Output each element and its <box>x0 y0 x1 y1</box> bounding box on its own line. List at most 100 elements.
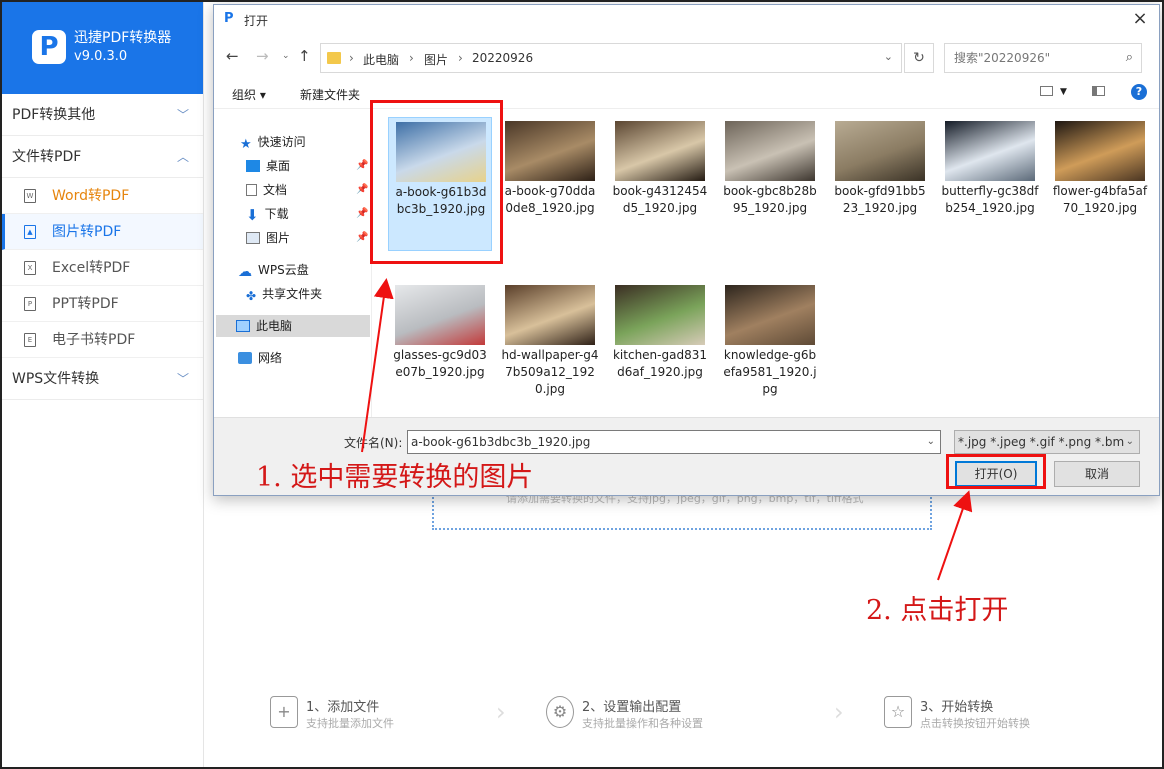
file-item[interactable]: knowledge-g6befa9581_1920.jpg <box>718 281 822 415</box>
recent-chevron-icon[interactable]: ⌄ <box>282 51 290 61</box>
nav-downloads[interactable]: ⬇ 下载 📌 <box>246 203 368 225</box>
sidebar-group-wps-convert[interactable]: WPS文件转换 ﹀ <box>2 358 203 400</box>
new-folder-button[interactable]: 新建文件夹 <box>300 86 360 103</box>
nav-label: 桌面 <box>266 159 291 173</box>
nav-quick-access[interactable]: ★ 快速访问 <box>240 131 306 153</box>
chevron-down-icon[interactable]: ⌄ <box>884 50 893 63</box>
filename-label: 文件名(N): <box>344 436 403 450</box>
image-thumbnail <box>505 285 595 345</box>
search-input[interactable]: 搜索"20220926" ⌕ <box>944 43 1142 73</box>
cancel-button[interactable]: 取消 <box>1054 461 1140 487</box>
image-thumbnail <box>395 285 485 345</box>
highlight-selected-file <box>370 100 503 264</box>
document-icon <box>246 184 257 196</box>
file-item[interactable]: hd-wallpaper-g47b509a12_1920.jpg <box>498 281 602 415</box>
star-icon: ★ <box>240 137 252 152</box>
file-item[interactable]: a-book-g70dda0de8_1920.jpg <box>498 117 602 251</box>
preview-pane-icon[interactable] <box>1092 86 1105 96</box>
file-name: book-gbc8b28b95_1920.jpg <box>723 184 817 215</box>
image-thumbnail <box>615 285 705 345</box>
file-name: glasses-gc9d03e07b_1920.jpg <box>393 348 487 379</box>
file-name: knowledge-g6befa9581_1920.jpg <box>723 348 817 396</box>
nav-shared-folder[interactable]: ✤ 共享文件夹 <box>246 283 322 305</box>
image-icon: ▲ <box>24 225 36 239</box>
sidebar-item-image-to-pdf[interactable]: ▲ 图片转PDF <box>2 214 203 250</box>
step-title: 2、设置输出配置 <box>582 700 682 715</box>
file-item[interactable]: book-g4312454d5_1920.jpg <box>608 117 712 251</box>
download-arrow-icon: ⬇ <box>246 206 259 224</box>
excel-doc-icon: X <box>24 261 36 275</box>
breadcrumb-folder[interactable]: 20220926 <box>472 51 533 65</box>
help-icon[interactable]: ? <box>1131 84 1147 100</box>
nav-documents[interactable]: 文档 📌 <box>246 179 368 201</box>
filetype-value: *.jpg *.jpeg *.gif *.png *.bmp <box>958 435 1132 449</box>
network-icon <box>238 352 252 364</box>
sidebar-item-excel-to-pdf[interactable]: X Excel转PDF <box>2 250 203 286</box>
breadcrumb-separator-icon: › <box>458 51 463 65</box>
file-item[interactable]: book-gbc8b28b95_1920.jpg <box>718 117 822 251</box>
view-dropdown-icon[interactable]: ▼ <box>1060 87 1067 97</box>
dialog-title: 打开 <box>244 14 269 28</box>
chevron-down-icon[interactable]: ⌄ <box>927 431 935 453</box>
step-title: 1、添加文件 <box>306 700 380 715</box>
nav-desktop[interactable]: 桌面 📌 <box>246 155 368 177</box>
ebook-icon: E <box>24 333 36 347</box>
organize-menu[interactable]: 组织 ▾ <box>232 86 266 103</box>
image-thumbnail <box>835 121 925 181</box>
sidebar-item-label: Word转PDF <box>52 188 130 204</box>
nav-label: 快速访问 <box>257 135 306 149</box>
file-item[interactable]: glasses-gc9d03e07b_1920.jpg <box>388 281 492 415</box>
app-logo-icon: P <box>32 30 66 64</box>
nav-this-pc[interactable]: 此电脑 <box>216 315 370 337</box>
refresh-icon[interactable]: ↻ <box>904 43 934 73</box>
view-mode-icon[interactable] <box>1040 86 1053 96</box>
breadcrumb-this-pc[interactable]: 此电脑 <box>363 51 399 68</box>
filename-input[interactable]: a-book-g61b3dbc3b_1920.jpg ⌄ <box>407 430 941 454</box>
file-item[interactable]: flower-g4bfa5af70_1920.jpg <box>1048 117 1152 251</box>
desktop-icon <box>246 160 260 172</box>
nav-pictures[interactable]: 图片 📌 <box>246 227 368 249</box>
app-p-icon: P <box>224 11 234 26</box>
chevron-up-icon: ︿ <box>176 150 189 164</box>
sidebar-item-ebook-to-pdf[interactable]: E 电子书转PDF <box>2 322 203 358</box>
file-item[interactable]: kitchen-gad831d6af_1920.jpg <box>608 281 712 415</box>
image-thumbnail <box>615 121 705 181</box>
sidebar-group-pdf-to-other[interactable]: PDF转换其他 ﹀ <box>2 94 203 136</box>
step-description: 支持批量操作和各种设置 <box>582 717 703 730</box>
app-sidebar: P 迅捷PDF转换器 v9.0.3.0 PDF转换其他 ﹀ 文件转PDF ︿ W Wo… <box>2 2 204 767</box>
close-icon[interactable]: × <box>1129 8 1151 30</box>
annotation-step1: 1. 选中需要转换的图片 <box>256 462 534 493</box>
file-item[interactable]: butterfly-gc38dfb254_1920.jpg <box>938 117 1042 251</box>
dialog-titlebar[interactable]: P 打开 × <box>214 5 1159 35</box>
breadcrumb-pictures[interactable]: 图片 <box>424 51 448 68</box>
filename-value: a-book-g61b3dbc3b_1920.jpg <box>411 435 591 449</box>
cloud-icon: ☁ <box>238 264 252 280</box>
file-name: butterfly-gc38dfb254_1920.jpg <box>941 184 1039 215</box>
image-thumbnail <box>725 285 815 345</box>
file-name: flower-g4bfa5af70_1920.jpg <box>1052 184 1148 215</box>
search-icon: ⌕ <box>1125 50 1133 65</box>
sidebar-item-label: 电子书转PDF <box>52 332 136 348</box>
address-bar[interactable]: › 此电脑 › 图片 › 20220926 ⌄ <box>320 43 902 73</box>
highlight-open-button <box>946 454 1046 489</box>
sidebar-group-file-to-pdf[interactable]: 文件转PDF ︿ <box>2 136 203 178</box>
breadcrumb-separator-icon: › <box>409 51 414 65</box>
up-arrow-icon[interactable]: ↑ <box>298 47 311 65</box>
nav-wps-cloud[interactable]: ☁ WPS云盘 <box>238 259 309 281</box>
sidebar-item-word-to-pdf[interactable]: W Word转PDF <box>2 178 203 214</box>
chevron-down-icon: ⌄ <box>1123 431 1134 453</box>
nav-label: 下载 <box>264 207 289 221</box>
back-arrow-icon[interactable]: ← <box>226 47 239 65</box>
nav-label: 此电脑 <box>256 319 293 333</box>
sidebar-item-ppt-to-pdf[interactable]: P PPT转PDF <box>2 286 203 322</box>
file-item[interactable]: book-gfd91bb523_1920.jpg <box>828 117 932 251</box>
app-name: 迅捷PDF转换器 <box>74 30 172 46</box>
filetype-select[interactable]: *.jpg *.jpeg *.gif *.png *.bmp ⌄ <box>954 430 1140 454</box>
file-name: a-book-g70dda0de8_1920.jpg <box>504 184 596 215</box>
image-thumbnail <box>725 121 815 181</box>
nav-label: 网络 <box>258 351 283 365</box>
word-doc-icon: W <box>24 189 36 203</box>
nav-network[interactable]: 网络 <box>238 347 282 369</box>
forward-arrow-icon[interactable]: → <box>256 47 269 65</box>
dialog-toolbar: 组织 ▾ 新建文件夹 ▼ ? <box>214 75 1159 109</box>
